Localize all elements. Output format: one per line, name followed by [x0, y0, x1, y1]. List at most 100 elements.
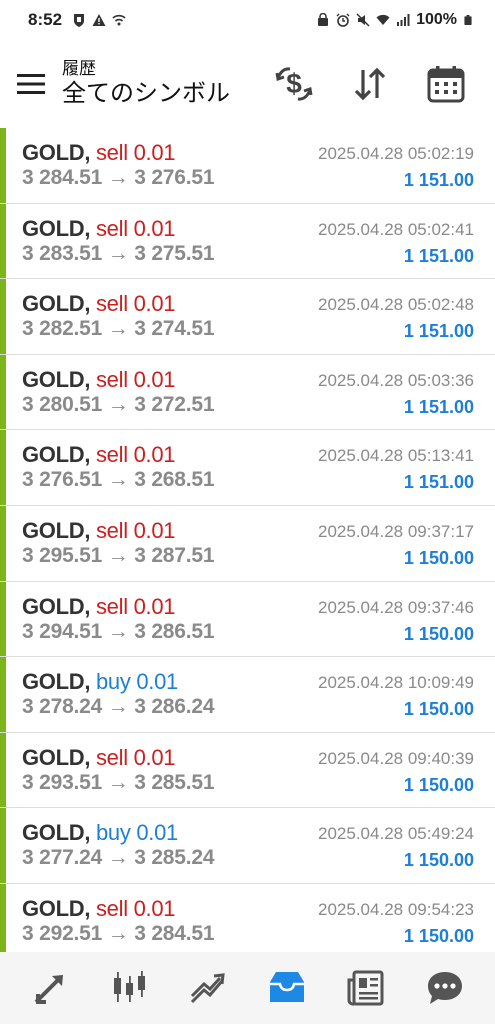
symbol-filter-button[interactable]: $: [265, 55, 323, 113]
wifi-calling-icon: [112, 14, 126, 26]
header-actions: $: [265, 55, 495, 113]
nav-news[interactable]: [336, 958, 396, 1018]
quotes-icon: [34, 975, 63, 1004]
chat-icon: [428, 972, 463, 1004]
trade-time: 2025.04.28 10:09:49: [318, 673, 474, 693]
trade-side: sell 0.01: [95, 140, 176, 165]
nav-chart[interactable]: [99, 958, 159, 1018]
trade-profit: 1 150.00: [403, 925, 474, 946]
sort-icon: [354, 67, 386, 101]
alarm-icon: [336, 13, 350, 27]
trade-profit: 1 151.00: [403, 472, 474, 493]
trade-row[interactable]: GOLD, sell 0.01 3 284.51 → 3 276.51 2025…: [0, 128, 495, 204]
profit-indicator: [0, 128, 6, 203]
nav-trade[interactable]: [178, 958, 238, 1018]
currency-exchange-icon: $: [275, 67, 313, 101]
hamburger-icon: [17, 74, 45, 94]
app-bar: 履歴 全てのシンボル $: [0, 40, 495, 128]
date-range-button[interactable]: [417, 55, 475, 113]
trade-side: sell 0.01: [95, 895, 176, 921]
profit-indicator: [0, 808, 6, 883]
trade-row[interactable]: GOLD, buy 0.01 3 277.24 → 3 285.24 2025.…: [0, 808, 495, 884]
trade-prices: 3 294.51 → 3 286.51: [22, 619, 215, 643]
news-icon: [347, 970, 384, 1006]
trade-prices: 3 276.51 → 3 268.51: [22, 468, 215, 492]
page-subtitle: 履歴: [62, 59, 96, 78]
trade-profit: 1 151.00: [403, 170, 474, 190]
trade-row[interactable]: GOLD, sell 0.01 3 295.51 → 3 287.51 2025…: [0, 505, 495, 582]
trade-profit: 1 150.00: [403, 850, 474, 871]
profit-indicator: [0, 581, 6, 657]
trade-symbol-line: GOLD, sell 0.01: [22, 442, 176, 468]
trade-side: sell 0.01: [95, 593, 176, 619]
trade-side: sell 0.01: [95, 442, 176, 468]
trade-symbol: GOLD,: [22, 895, 91, 921]
trade-side: sell 0.01: [95, 291, 176, 317]
profit-indicator: [0, 732, 6, 808]
trade-row[interactable]: GOLD, buy 0.01 3 278.24 → 3 286.24 2025.…: [0, 657, 495, 733]
trade-symbol-line: GOLD, buy 0.01: [22, 820, 178, 846]
trade-prices: 3 292.51 → 3 284.51: [22, 921, 215, 945]
system-icons: 100%: [316, 11, 473, 29]
trade-symbol-line: GOLD, sell 0.01: [22, 593, 176, 620]
trade-profit: 1 150.00: [403, 699, 474, 720]
trade-profit: 1 151.00: [403, 245, 474, 266]
menu-button[interactable]: [0, 40, 62, 128]
nav-quotes[interactable]: [20, 958, 80, 1018]
trade-side: sell 0.01: [95, 517, 176, 543]
trade-time: 2025.04.28 05:49:24: [318, 824, 474, 844]
notification-icons: [72, 13, 126, 27]
shield-notification-icon: [74, 14, 85, 27]
nav-chat[interactable]: [415, 958, 475, 1018]
trade-row[interactable]: GOLD, sell 0.01 3 276.51 → 3 268.51 2025…: [0, 430, 495, 506]
trade-history-list[interactable]: GOLD, sell 0.01 3 284.51 → 3 276.51 2025…: [0, 128, 495, 952]
header-titles[interactable]: 履歴 全てのシンボル: [62, 59, 230, 109]
trade-prices: 3 277.24 → 3 285.24: [22, 846, 215, 870]
trade-symbol: GOLD,: [22, 291, 91, 317]
warning-icon: [92, 14, 106, 26]
signal-icon: [397, 14, 410, 26]
profit-indicator: [0, 657, 6, 732]
trade-symbol: GOLD,: [22, 820, 91, 846]
status-bar: 8:52 100%: [0, 0, 495, 40]
trade-time: 2025.04.28 05:02:48: [318, 295, 474, 315]
trade-symbol: GOLD,: [22, 442, 91, 468]
trade-symbol: GOLD,: [22, 744, 91, 770]
trade-profit: 1 150.00: [403, 774, 474, 795]
battery-percent: 100%: [416, 11, 457, 28]
trade-symbol-line: GOLD, sell 0.01: [22, 517, 176, 544]
profit-indicator: [0, 505, 6, 581]
trade-profit: 1 151.00: [403, 396, 474, 417]
trade-time: 2025.04.28 05:03:36: [318, 370, 474, 390]
profit-indicator: [0, 883, 6, 952]
mute-icon: [356, 13, 370, 27]
trade-row[interactable]: GOLD, sell 0.01 3 280.51 → 3 272.51 2025…: [0, 354, 495, 431]
trade-profit: 1 150.00: [403, 547, 474, 568]
trade-row[interactable]: GOLD, sell 0.01 3 283.51 → 3 275.51 2025…: [0, 203, 495, 280]
trade-row[interactable]: GOLD, sell 0.01 3 282.51 → 3 274.51 2025…: [0, 279, 495, 355]
status-time: 8:52: [28, 10, 63, 29]
trade-prices: 3 278.24 → 3 286.24: [22, 695, 215, 719]
trade-symbol-line: GOLD, sell 0.01: [22, 744, 176, 771]
trade-time: 2025.04.28 05:02:19: [318, 144, 474, 163]
trade-symbol: GOLD,: [22, 215, 91, 241]
trade-symbol: GOLD,: [22, 593, 91, 619]
history-icon: [270, 972, 305, 1002]
trade-symbol: GOLD,: [22, 517, 91, 543]
trade-row[interactable]: GOLD, sell 0.01 3 292.51 → 3 284.51 2025…: [0, 883, 495, 952]
profit-indicator: [0, 203, 6, 279]
trade-prices: 3 293.51 → 3 285.51: [22, 770, 215, 794]
wifi-icon: [376, 14, 390, 25]
trade-time: 2025.04.28 09:37:17: [318, 521, 474, 541]
nav-history[interactable]: [257, 958, 317, 1018]
profit-indicator: [0, 354, 6, 430]
trade-symbol-line: GOLD, sell 0.01: [22, 215, 176, 242]
chart-icon: [113, 971, 145, 1002]
trade-time: 2025.04.28 05:02:41: [318, 219, 474, 239]
calendar-icon: [427, 66, 465, 103]
trade-row[interactable]: GOLD, sell 0.01 3 293.51 → 3 285.51 2025…: [0, 732, 495, 809]
trade-icon: [190, 973, 225, 1004]
sort-button[interactable]: [341, 55, 399, 113]
trade-row[interactable]: GOLD, sell 0.01 3 294.51 → 3 286.51 2025…: [0, 581, 495, 658]
bottom-navigation: [0, 952, 495, 1024]
